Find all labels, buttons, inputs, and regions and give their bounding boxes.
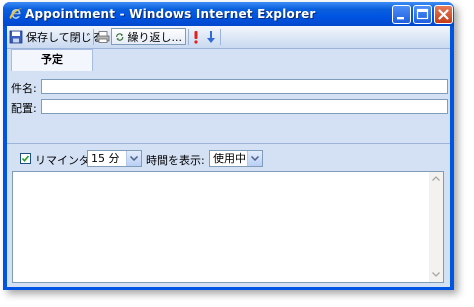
tab-appointment[interactable]: 予定 xyxy=(11,49,93,71)
scroll-up-button[interactable] xyxy=(429,172,443,186)
minimize-icon xyxy=(397,17,404,20)
location-label: 配置: xyxy=(11,102,37,115)
low-importance-icon xyxy=(207,30,215,43)
save-close-label: 保存して閉じる xyxy=(26,30,103,44)
window-title: Appointment - Windows Internet Explorer xyxy=(25,7,316,21)
high-importance-icon xyxy=(194,30,198,44)
show-time-value: 使用中 xyxy=(213,152,246,165)
save-close-button[interactable]: 保存して閉じる xyxy=(9,28,103,45)
subject-label: 件名: xyxy=(11,82,37,95)
section-divider xyxy=(7,131,450,144)
toolbar-separator xyxy=(93,29,94,45)
reminder-label: リマインダ xyxy=(35,154,90,167)
scroll-down-button[interactable] xyxy=(429,268,443,282)
maximize-button[interactable] xyxy=(413,5,432,24)
low-importance-button[interactable] xyxy=(206,28,216,45)
close-icon xyxy=(438,9,449,20)
reminder-checkbox[interactable] xyxy=(20,153,31,164)
chevron-up-icon xyxy=(432,176,440,181)
chevron-down-icon xyxy=(126,151,141,166)
appointment-window: Appointment - Windows Internet Explorer xyxy=(3,2,454,290)
chevron-down-icon xyxy=(247,151,262,166)
reminder-row: リマインダ 15 分 時間を表示: 使用中 xyxy=(7,150,450,168)
save-icon xyxy=(9,30,23,43)
reminder-time-value: 15 分 xyxy=(91,152,120,165)
chevron-down-icon xyxy=(432,272,440,277)
notes-textarea[interactable] xyxy=(12,171,444,283)
close-button[interactable] xyxy=(434,5,453,24)
print-button[interactable] xyxy=(96,28,110,45)
reminder-time-select[interactable]: 15 分 xyxy=(87,150,142,167)
internet-explorer-icon xyxy=(8,6,24,22)
show-time-label: 時間を表示: xyxy=(146,154,205,167)
location-input[interactable] xyxy=(41,99,448,114)
toolbar-separator xyxy=(188,29,189,45)
window-client-area: 保存して閉じる 繰り返し... 予定 件名: 配置: リマインダ 15 分 時間… xyxy=(7,26,450,287)
appointment-panel: 件名: 配置: リマインダ 15 分 時間を表示: 使用中 xyxy=(7,71,450,287)
title-bar[interactable]: Appointment - Windows Internet Explorer xyxy=(3,2,454,26)
high-importance-button[interactable] xyxy=(191,28,201,45)
show-time-select[interactable]: 使用中 xyxy=(209,150,263,167)
checkmark-icon xyxy=(21,155,30,163)
recurrence-icon xyxy=(116,32,124,41)
print-icon xyxy=(96,30,110,43)
toolbar-separator xyxy=(220,29,221,45)
notes-scrollbar[interactable] xyxy=(429,172,443,282)
repeat-button[interactable]: 繰り返し... xyxy=(111,28,186,45)
minimize-button[interactable] xyxy=(392,5,411,24)
subject-input[interactable] xyxy=(41,79,448,94)
repeat-label: 繰り返し... xyxy=(127,30,183,44)
tab-strip: 予定 xyxy=(7,49,450,71)
toolbar: 保存して閉じる 繰り返し... xyxy=(7,26,450,49)
maximize-icon xyxy=(416,8,429,20)
